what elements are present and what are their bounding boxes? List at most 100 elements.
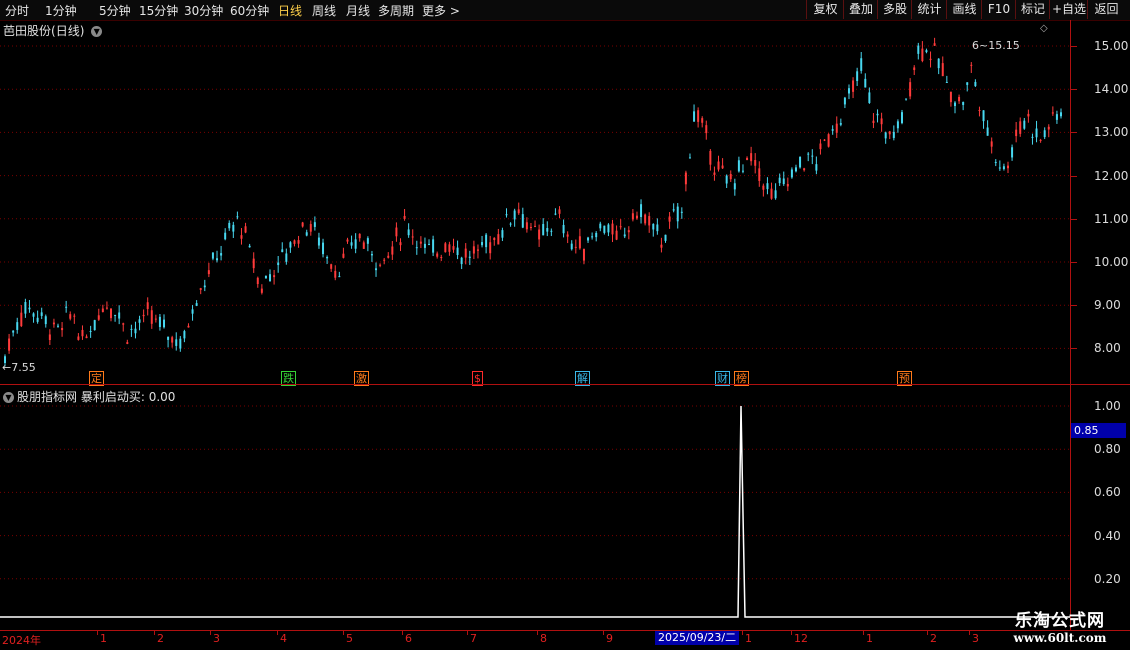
candle-body	[705, 125, 708, 134]
candle-body	[644, 214, 647, 224]
candle-body	[191, 309, 194, 314]
period-30min[interactable]: 30分钟	[184, 2, 223, 19]
candle-body	[595, 232, 598, 238]
candle-body	[476, 249, 479, 251]
candle-body	[672, 209, 675, 211]
candle-body	[114, 314, 117, 316]
period-weekly[interactable]: 周线	[312, 2, 336, 19]
candle-body	[342, 253, 345, 258]
axis-tick	[1071, 262, 1077, 263]
candle-body	[110, 308, 113, 319]
candle-body	[1027, 113, 1030, 117]
candle-body	[163, 319, 166, 328]
candle-body	[693, 111, 696, 122]
indicator-line	[0, 405, 1070, 618]
candle-body	[350, 242, 353, 246]
multi-stock-button[interactable]: 多股	[877, 0, 912, 19]
candle-body	[158, 316, 161, 327]
candle-body	[322, 242, 325, 255]
period-daily[interactable]: 日线	[278, 2, 302, 19]
mark-button[interactable]: 标记	[1015, 0, 1050, 19]
candle-body	[958, 96, 961, 102]
period-1min[interactable]: 1分钟	[45, 2, 77, 19]
candle-body	[1002, 166, 1005, 170]
candle-body	[423, 243, 426, 248]
candle-body	[546, 228, 549, 232]
axis-tick	[277, 631, 278, 635]
candle-body	[65, 306, 68, 308]
candle-body	[790, 169, 793, 178]
candle-body	[542, 224, 545, 236]
candle-body	[680, 211, 683, 213]
candle-body	[591, 236, 594, 238]
candle-body	[656, 224, 659, 232]
candle-body	[122, 323, 125, 325]
add-watchlist-button[interactable]: +自选	[1049, 0, 1088, 19]
axis-tick	[863, 631, 864, 635]
candle-body	[154, 318, 157, 320]
axis-tick	[210, 631, 211, 635]
candle-body	[529, 226, 532, 228]
period-monthly[interactable]: 月线	[346, 2, 370, 19]
date-tick-label: 2024年	[2, 634, 41, 647]
candle-body	[411, 236, 414, 238]
axis-tick	[1071, 218, 1077, 220]
adjust-price-button[interactable]: 复权	[806, 0, 844, 19]
candle-body	[8, 338, 11, 351]
candle-body	[387, 255, 390, 258]
axis-tick	[1071, 89, 1077, 91]
candle-body	[485, 234, 488, 248]
candle-body	[130, 328, 133, 330]
candle-body	[803, 168, 806, 171]
candle-body	[436, 253, 439, 257]
candle-body	[134, 328, 137, 334]
overlay-button[interactable]: 叠加	[843, 0, 878, 19]
candle-body	[794, 167, 797, 172]
candle-body	[464, 248, 467, 258]
candle-body	[179, 338, 182, 349]
candle-body	[648, 216, 651, 226]
candle-body	[554, 213, 557, 215]
period-multi[interactable]: 多周期	[378, 2, 414, 19]
candle-body	[762, 185, 765, 190]
statistics-button[interactable]: 统计	[911, 0, 947, 19]
candle-body	[1039, 139, 1042, 141]
candle-body	[1019, 121, 1022, 134]
period-5min[interactable]: 5分钟	[99, 2, 131, 19]
candle-body	[668, 216, 671, 222]
candle-body	[493, 237, 496, 241]
candle-body	[199, 288, 202, 290]
period-60min[interactable]: 60分钟	[230, 2, 269, 19]
candle-body	[448, 244, 451, 252]
axis-tick	[343, 631, 344, 635]
candle-body	[741, 170, 744, 172]
candle-body	[40, 312, 43, 316]
candle-body	[807, 153, 810, 155]
candle-body	[868, 92, 871, 103]
candle-body	[982, 110, 985, 122]
period-15min[interactable]: 15分钟	[139, 2, 178, 19]
candle-body	[167, 336, 170, 340]
candle-body	[444, 243, 447, 253]
candle-body	[305, 232, 308, 236]
axis-tick	[1071, 175, 1077, 177]
draw-line-button[interactable]: 画线	[946, 0, 982, 19]
candle-body	[403, 215, 406, 219]
price-tick-label: 8.00	[1094, 341, 1121, 356]
candle-body	[428, 243, 431, 245]
period-more[interactable]: 更多 >	[422, 2, 460, 19]
candle-body	[16, 322, 19, 330]
candle-body	[978, 110, 981, 112]
period-intraday[interactable]: 分时	[5, 2, 29, 19]
candle-body	[334, 270, 337, 278]
candle-body	[684, 172, 687, 185]
candle-body	[32, 313, 35, 317]
back-button[interactable]: 返回	[1087, 0, 1125, 19]
axis-tick	[467, 631, 468, 635]
date-tick-label: 5	[346, 632, 353, 645]
f10-button[interactable]: F10	[981, 0, 1016, 19]
candle-body	[297, 240, 300, 244]
candle-body	[101, 308, 104, 312]
candle-body	[876, 113, 879, 116]
candle-body	[1043, 130, 1046, 138]
